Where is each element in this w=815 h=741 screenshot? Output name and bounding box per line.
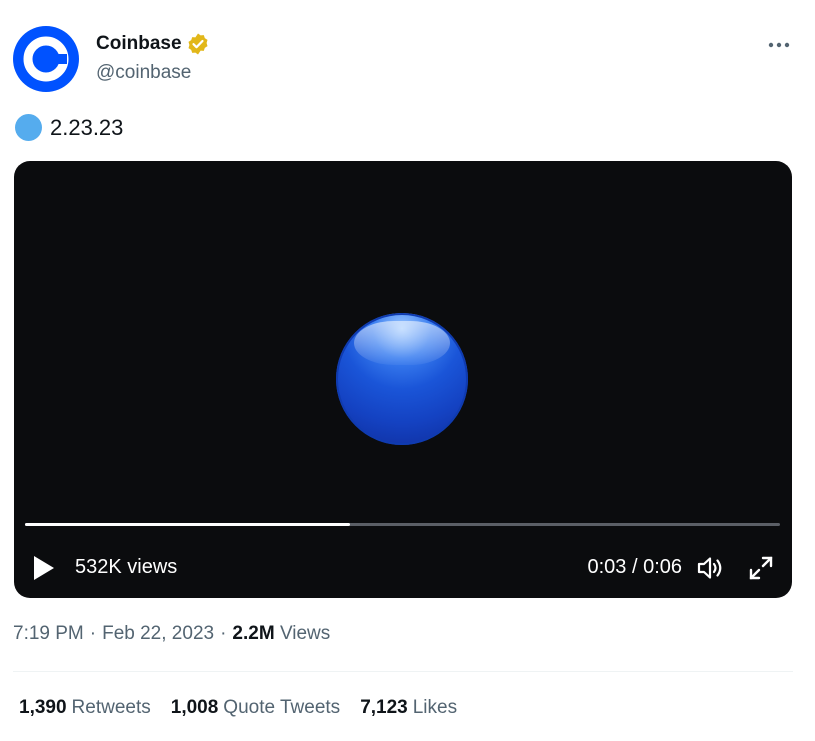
author-handle[interactable]: @coinbase — [96, 62, 191, 84]
quote-tweets-stat[interactable]: 1,008 Quote Tweets — [171, 697, 340, 719]
likes-stat[interactable]: 7,123 Likes — [360, 697, 457, 719]
meta-separator: · — [89, 623, 97, 644]
play-icon — [34, 556, 54, 580]
tweet-text: 2.23.23 — [15, 114, 123, 141]
divider — [13, 671, 793, 672]
more-dots-icon — [768, 42, 790, 48]
quote-tweets-label: Quote Tweets — [223, 697, 341, 718]
author-name-row: Coinbase — [96, 32, 210, 56]
author-display-name[interactable]: Coinbase — [96, 33, 182, 55]
retweets-count: 1,390 — [19, 697, 67, 718]
fullscreen-button[interactable] — [748, 555, 774, 581]
tweet-stats: 1,390 Retweets 1,008 Quote Tweets 7,123 Lik… — [19, 697, 457, 719]
tweet-views[interactable]: 2.2M Views — [232, 623, 330, 645]
fullscreen-icon — [749, 556, 773, 580]
play-button[interactable] — [32, 555, 56, 581]
volume-button[interactable] — [696, 555, 724, 581]
video-player[interactable]: 532K views 0:03 / 0:06 — [14, 161, 792, 598]
meta-separator: · — [220, 623, 227, 644]
volume-icon — [697, 557, 722, 579]
tweet-date[interactable]: Feb 22, 2023 — [102, 623, 214, 645]
likes-label: Likes — [412, 697, 458, 718]
likes-count: 7,123 — [360, 697, 408, 718]
tweet-views-label: Views — [279, 623, 331, 644]
tweet-meta: 7:19 PM · Feb 22, 2023 · 2.2M Views — [13, 623, 330, 645]
tweet-time[interactable]: 7:19 PM — [13, 623, 84, 645]
quote-tweets-count: 1,008 — [170, 697, 219, 718]
orb-highlight — [354, 321, 450, 365]
avatar[interactable] — [13, 26, 79, 92]
video-views-label: 532K views — [75, 556, 178, 578]
video-time-label: 0:03 / 0:06 — [587, 556, 682, 578]
retweets-label: Retweets — [71, 697, 151, 718]
tweet-views-count: 2.2M — [232, 623, 275, 644]
tweet-text-content: 2.23.23 — [50, 114, 124, 140]
blue-circle-icon — [15, 114, 42, 141]
more-options-button[interactable] — [764, 30, 794, 60]
verified-badge-icon — [188, 33, 208, 55]
video-progress-bar[interactable] — [25, 523, 780, 526]
video-progress-fill — [25, 523, 350, 526]
coinbase-logo-icon — [13, 26, 79, 92]
retweets-stat[interactable]: 1,390 Retweets — [19, 697, 151, 719]
